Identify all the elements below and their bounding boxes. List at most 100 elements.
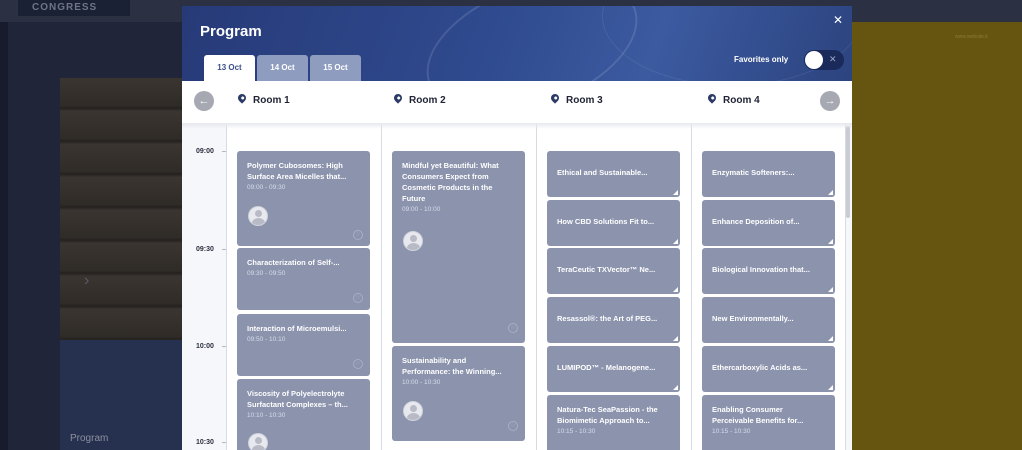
time-label: 09:00 <box>196 148 214 155</box>
card-corner <box>673 239 678 244</box>
session-card[interactable]: Ethical and Sustainable... <box>547 151 680 197</box>
modal-header: Program ✕ 13 Oct 14 Oct 15 Oct Favorites… <box>182 6 852 81</box>
card-corner <box>828 190 833 195</box>
toggle-off-icon: ✕ <box>829 54 837 64</box>
session-title: Sustainability and Performance: the Winn… <box>402 356 502 376</box>
tab-15-oct[interactable]: 15 Oct <box>310 55 361 81</box>
session-card[interactable]: Characterization of Self-... 09:30 - 09:… <box>237 248 370 310</box>
session-title: LUMIPOD™ - Melanogene... <box>557 363 656 372</box>
background-program-label: Program <box>70 433 109 444</box>
program-modal: Program ✕ 13 Oct 14 Oct 15 Oct Favorites… <box>182 6 852 450</box>
session-title: Interaction of Microemulsi... <box>247 324 347 333</box>
background-link[interactable]: www.website.it <box>955 34 988 40</box>
session-title: Natura-Tec SeaPassion - the Biomimetic A… <box>557 405 658 425</box>
session-card[interactable]: Ethercarboxylic Acids as... <box>702 346 835 392</box>
time-label: 10:00 <box>196 343 214 350</box>
header-shadow <box>182 123 852 129</box>
session-title: Ethical and Sustainable... <box>557 168 648 177</box>
room-label: Room 3 <box>566 95 603 106</box>
time-label: 10:30 <box>196 439 214 446</box>
background-topbar-right <box>852 0 1022 22</box>
session-card[interactable]: New Environmentally... <box>702 297 835 343</box>
speaker-avatar <box>403 231 423 251</box>
location-pin-icon <box>392 92 404 104</box>
card-corner <box>828 336 833 341</box>
session-card[interactable]: Biological Innovation that... <box>702 248 835 294</box>
favorites-toggle[interactable]: ✕ <box>804 50 844 70</box>
favorite-icon[interactable]: ☆ <box>353 230 363 240</box>
session-card[interactable]: Viscosity of Polyelectrolyte Surfactant … <box>237 379 370 450</box>
room-label: Room 4 <box>723 95 760 106</box>
session-title: TeraCeutic TXVector™ Ne... <box>557 265 656 274</box>
session-time: 09:00 - 10:00 <box>402 206 441 213</box>
location-pin-icon <box>549 92 561 104</box>
session-title: Characterization of Self-... <box>247 258 340 267</box>
session-card[interactable]: Enzymatic Softeners:... <box>702 151 835 197</box>
rooms-header: ← Room 1 Room 2 Room 3 Room 4 → <box>182 81 852 123</box>
toggle-knob <box>805 51 823 69</box>
scrollbar[interactable] <box>846 126 850 218</box>
background-arrow-icon: › <box>84 272 90 289</box>
location-pin-icon <box>706 92 718 104</box>
room-1-header: Room 1 <box>236 92 290 106</box>
session-card[interactable]: Natura-Tec SeaPassion - the Biomimetic A… <box>547 395 680 450</box>
session-time: 10:10 - 10:30 <box>247 412 286 419</box>
modal-title: Program <box>200 23 262 40</box>
session-title: Enabling Consumer Perceivable Benefits f… <box>712 405 804 425</box>
session-title: Mindful yet Beautiful: What Consumers Ex… <box>402 161 499 203</box>
session-time: 09:30 - 09:50 <box>247 270 286 277</box>
background-edge <box>0 22 8 450</box>
room-label: Room 2 <box>409 95 446 106</box>
session-card[interactable]: Sustainability and Performance: the Winn… <box>392 346 525 441</box>
favorites-only-label: Favorites only <box>734 55 789 64</box>
time-label: 09:30 <box>196 246 214 253</box>
room-4-header: Room 4 <box>706 92 760 106</box>
location-pin-icon <box>236 92 248 104</box>
card-corner <box>828 287 833 292</box>
card-corner <box>673 287 678 292</box>
session-title: Enhance Deposition of... <box>712 217 800 226</box>
speaker-avatar <box>248 206 268 226</box>
session-title: Resassol®: the Art of PEG... <box>557 314 658 323</box>
prev-arrow-icon[interactable]: ← <box>194 91 214 111</box>
card-corner <box>673 336 678 341</box>
next-arrow-icon[interactable]: → <box>820 91 840 111</box>
close-icon[interactable]: ✕ <box>833 13 843 27</box>
background-logo: CONGRESS <box>18 0 130 16</box>
favorite-icon[interactable]: ☆ <box>353 359 363 369</box>
session-title: Ethercarboxylic Acids as... <box>712 363 808 372</box>
session-title: Biological Innovation that... <box>712 265 810 274</box>
speaker-avatar <box>403 401 423 421</box>
session-card[interactable]: How CBD Solutions Fit to... <box>547 200 680 246</box>
favorite-icon[interactable]: ☆ <box>508 323 518 333</box>
session-title: New Environmentally... <box>712 314 794 323</box>
session-title: Viscosity of Polyelectrolyte Surfactant … <box>247 389 348 409</box>
room-3-header: Room 3 <box>549 92 603 106</box>
background-right-panel <box>852 22 1022 450</box>
session-card[interactable]: Enhance Deposition of... <box>702 200 835 246</box>
speaker-avatar <box>248 433 268 450</box>
session-time: 09:50 - 10:10 <box>247 336 286 343</box>
session-card[interactable]: Interaction of Microemulsi... 09:50 - 10… <box>237 314 370 376</box>
session-title: How CBD Solutions Fit to... <box>557 217 655 226</box>
card-corner <box>828 239 833 244</box>
room-2-header: Room 2 <box>392 92 446 106</box>
session-card[interactable]: Resassol®: the Art of PEG... <box>547 297 680 343</box>
tab-13-oct[interactable]: 13 Oct <box>204 55 255 81</box>
session-card[interactable]: LUMIPOD™ - Melanogene... <box>547 346 680 392</box>
session-title: Polymer Cubosomes: High Surface Area Mic… <box>247 161 347 181</box>
card-corner <box>828 385 833 390</box>
session-time: 10:15 - 10:30 <box>712 428 751 435</box>
favorite-icon[interactable]: ☆ <box>508 421 518 431</box>
background-photo <box>60 78 182 340</box>
session-card[interactable]: TeraCeutic TXVector™ Ne... <box>547 248 680 294</box>
favorite-icon[interactable]: ☆ <box>353 293 363 303</box>
session-card[interactable]: Polymer Cubosomes: High Surface Area Mic… <box>237 151 370 246</box>
session-time: 10:15 - 10:30 <box>557 428 596 435</box>
room-label: Room 1 <box>253 95 290 106</box>
session-time: 09:00 - 09:30 <box>247 184 286 191</box>
session-time: 10:00 - 10:30 <box>402 379 441 386</box>
tab-14-oct[interactable]: 14 Oct <box>257 55 308 81</box>
session-card[interactable]: Enabling Consumer Perceivable Benefits f… <box>702 395 835 450</box>
session-card[interactable]: Mindful yet Beautiful: What Consumers Ex… <box>392 151 525 343</box>
